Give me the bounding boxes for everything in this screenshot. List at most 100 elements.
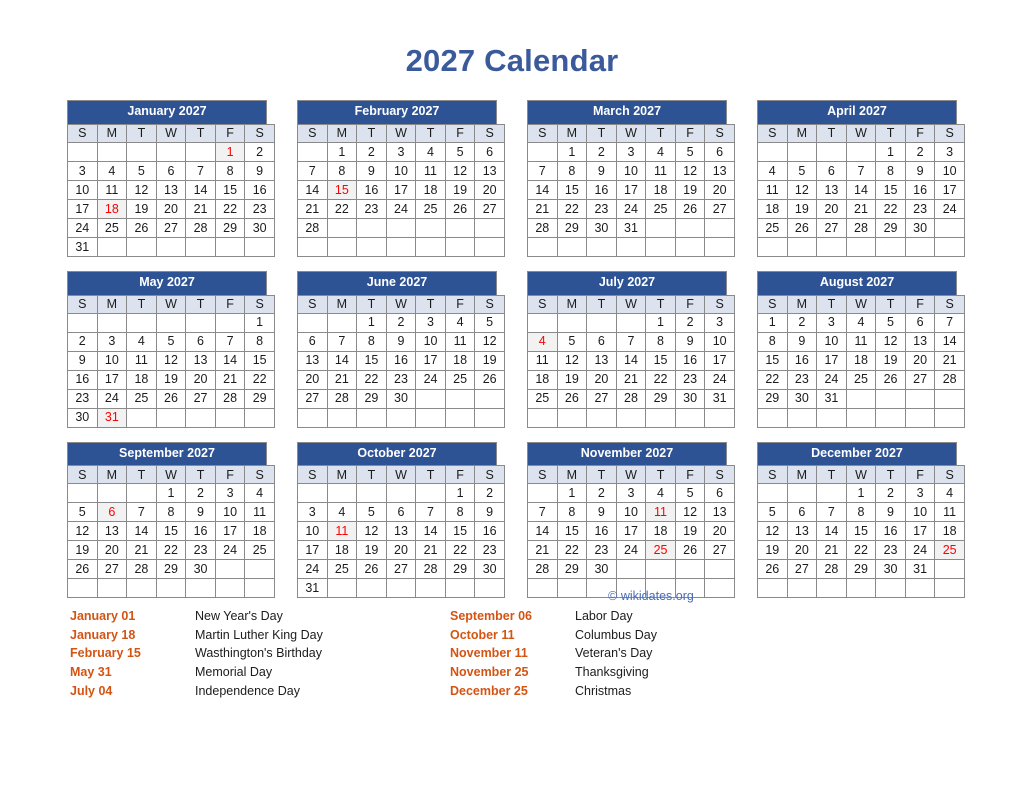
day-cell[interactable]: 5 xyxy=(757,502,788,523)
day-cell[interactable]: 18 xyxy=(845,350,877,371)
day-cell[interactable]: 6 xyxy=(155,160,187,181)
day-cell[interactable]: 7 xyxy=(415,502,446,523)
day-cell[interactable]: 8 xyxy=(845,502,877,523)
day-cell[interactable]: 15 xyxy=(645,350,676,371)
day-cell[interactable]: 20 xyxy=(904,350,936,371)
day-cell[interactable]: 22 xyxy=(757,369,788,390)
day-cell[interactable]: 19 xyxy=(674,179,706,200)
day-cell[interactable]: 30 xyxy=(244,217,275,238)
day-cell[interactable]: 8 xyxy=(645,331,676,352)
day-cell[interactable]: 6 xyxy=(704,141,735,162)
day-cell[interactable]: 25 xyxy=(845,369,877,390)
day-cell[interactable]: 3 xyxy=(934,141,965,162)
day-cell[interactable]: 19 xyxy=(356,540,387,561)
day-cell[interactable]: 17 xyxy=(934,179,965,200)
day-cell[interactable]: 23 xyxy=(674,369,706,390)
day-cell[interactable]: 12 xyxy=(757,521,788,542)
day-cell[interactable]: 20 xyxy=(185,369,216,390)
day-cell[interactable]: 3 xyxy=(214,483,246,504)
day-cell[interactable]: 4 xyxy=(126,331,157,352)
day-cell[interactable]: 16 xyxy=(244,179,275,200)
day-cell[interactable]: 11 xyxy=(757,179,788,200)
day-cell[interactable]: 1 xyxy=(875,141,906,162)
day-cell[interactable]: 23 xyxy=(185,540,216,561)
day-cell[interactable]: 18 xyxy=(415,179,446,200)
day-cell[interactable]: 5 xyxy=(356,502,387,523)
day-cell[interactable]: 4 xyxy=(757,160,788,181)
day-cell[interactable]: 6 xyxy=(474,141,505,162)
day-cell[interactable]: 14 xyxy=(185,179,216,200)
day-cell[interactable]: 11 xyxy=(527,350,558,371)
day-cell[interactable]: 10 xyxy=(214,502,246,523)
day-cell[interactable]: 31 xyxy=(816,388,847,409)
day-cell[interactable]: 3 xyxy=(704,312,735,333)
day-cell[interactable]: 5 xyxy=(556,331,588,352)
day-cell[interactable]: 14 xyxy=(415,521,446,542)
day-cell[interactable]: 9 xyxy=(67,350,98,371)
day-cell[interactable]: 11 xyxy=(444,331,476,352)
day-cell[interactable]: 15 xyxy=(356,350,387,371)
day-cell[interactable]: 26 xyxy=(155,388,187,409)
day-cell[interactable]: 17 xyxy=(67,198,98,219)
day-cell[interactable]: 4 xyxy=(96,160,128,181)
day-cell[interactable]: 23 xyxy=(67,388,98,409)
day-cell[interactable]: 2 xyxy=(586,141,617,162)
day-cell[interactable]: 31 xyxy=(704,388,735,409)
day-cell[interactable]: 10 xyxy=(415,331,446,352)
day-cell[interactable]: 5 xyxy=(67,502,98,523)
day-cell[interactable]: 2 xyxy=(385,312,417,333)
day-cell[interactable]: 20 xyxy=(155,198,187,219)
day-cell[interactable]: 25 xyxy=(757,217,788,238)
day-cell[interactable]: 8 xyxy=(244,331,275,352)
day-cell[interactable]: 15 xyxy=(556,179,588,200)
day-cell[interactable]: 14 xyxy=(845,179,877,200)
day-cell[interactable]: 23 xyxy=(586,198,617,219)
day-cell[interactable]: 7 xyxy=(214,331,246,352)
day-cell[interactable]: 14 xyxy=(214,350,246,371)
day-cell[interactable]: 29 xyxy=(845,559,877,580)
day-cell[interactable]: 17 xyxy=(816,350,847,371)
day-cell[interactable]: 1 xyxy=(556,483,588,504)
day-cell[interactable]: 11 xyxy=(126,350,157,371)
day-cell[interactable]: 18 xyxy=(126,369,157,390)
day-cell[interactable]: 20 xyxy=(96,540,128,561)
day-cell[interactable]: 25 xyxy=(527,388,558,409)
day-cell[interactable]: 23 xyxy=(786,369,818,390)
day-cell[interactable]: 9 xyxy=(385,331,417,352)
day-cell[interactable]: 4 xyxy=(326,502,358,523)
day-cell[interactable]: 4 xyxy=(444,312,476,333)
day-cell[interactable]: 27 xyxy=(474,198,505,219)
day-cell-holiday[interactable]: 1 xyxy=(214,141,246,162)
day-cell[interactable]: 14 xyxy=(934,331,965,352)
day-cell[interactable]: 18 xyxy=(244,521,275,542)
day-cell-holiday[interactable]: 25 xyxy=(645,540,676,561)
day-cell[interactable]: 9 xyxy=(185,502,216,523)
day-cell[interactable]: 1 xyxy=(444,483,476,504)
day-cell[interactable]: 30 xyxy=(875,559,906,580)
day-cell[interactable]: 13 xyxy=(816,179,847,200)
day-cell[interactable]: 22 xyxy=(326,198,358,219)
day-cell[interactable]: 20 xyxy=(297,369,328,390)
day-cell[interactable]: 22 xyxy=(155,540,187,561)
day-cell[interactable]: 13 xyxy=(704,502,735,523)
day-cell[interactable]: 1 xyxy=(556,141,588,162)
day-cell[interactable]: 8 xyxy=(356,331,387,352)
day-cell[interactable]: 9 xyxy=(586,160,617,181)
day-cell[interactable]: 6 xyxy=(704,483,735,504)
day-cell[interactable]: 23 xyxy=(586,540,617,561)
day-cell[interactable]: 19 xyxy=(155,369,187,390)
day-cell[interactable]: 18 xyxy=(444,350,476,371)
day-cell[interactable]: 22 xyxy=(645,369,676,390)
day-cell[interactable]: 21 xyxy=(185,198,216,219)
day-cell[interactable]: 12 xyxy=(674,160,706,181)
day-cell[interactable]: 20 xyxy=(586,369,617,390)
day-cell[interactable]: 30 xyxy=(786,388,818,409)
day-cell[interactable]: 15 xyxy=(556,521,588,542)
day-cell[interactable]: 22 xyxy=(845,540,877,561)
day-cell[interactable]: 5 xyxy=(674,483,706,504)
day-cell[interactable]: 8 xyxy=(444,502,476,523)
day-cell[interactable]: 24 xyxy=(904,540,936,561)
day-cell[interactable]: 16 xyxy=(586,179,617,200)
day-cell[interactable]: 22 xyxy=(244,369,275,390)
day-cell[interactable]: 26 xyxy=(356,559,387,580)
